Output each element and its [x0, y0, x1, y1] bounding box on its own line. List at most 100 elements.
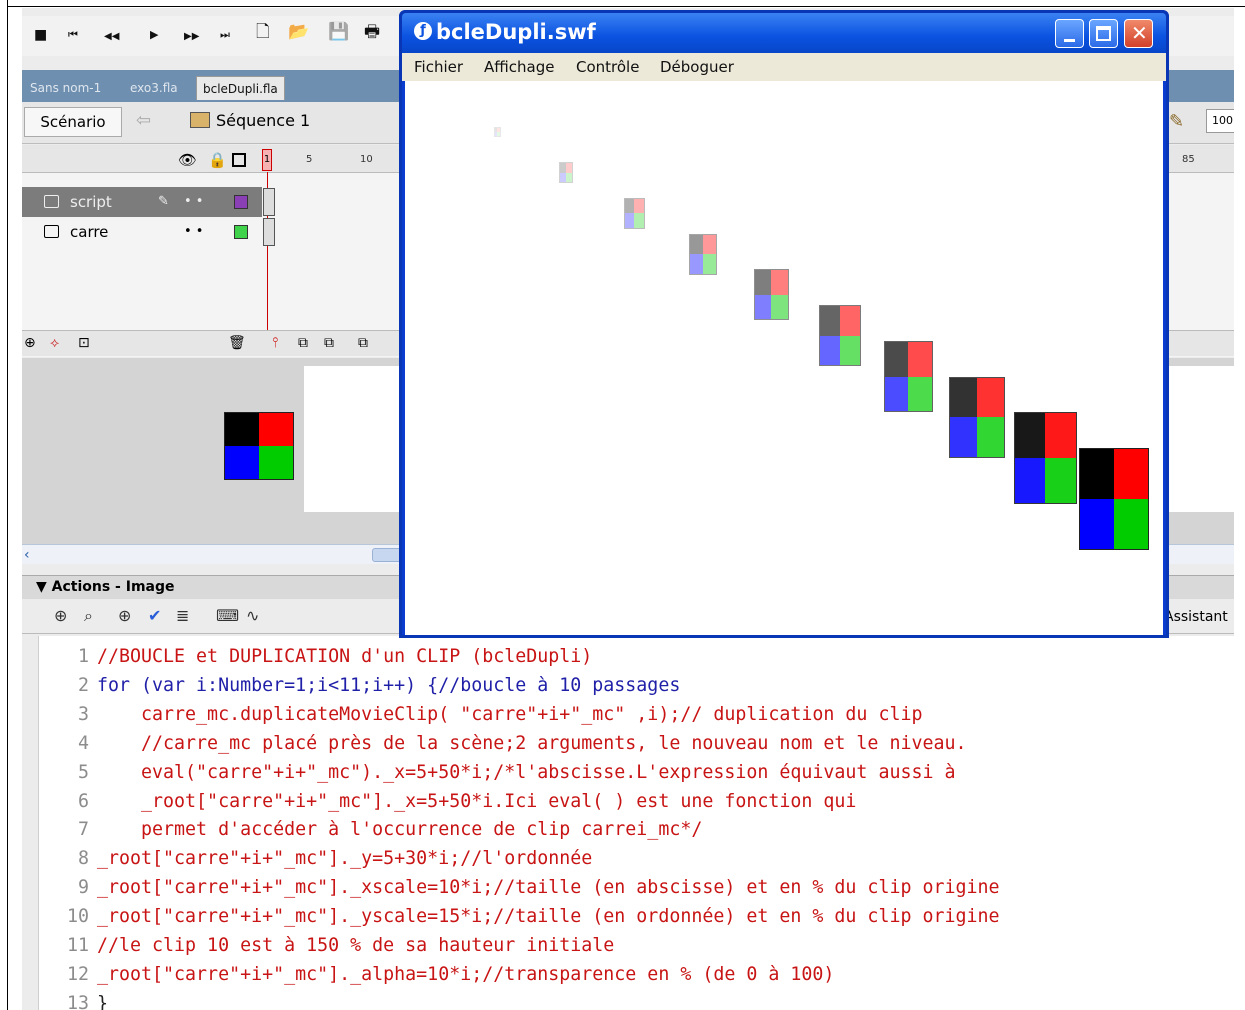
code-line[interactable]: 12 _root["carre"+i+"_mc"]._alpha=10*i;//t…	[39, 960, 1235, 989]
layer-color-swatch[interactable]	[234, 225, 248, 239]
check-syntax-icon[interactable]: ✔	[148, 606, 161, 625]
line-number: 3	[77, 703, 89, 725]
layer-visibility-dots[interactable]: • •	[184, 187, 203, 217]
edit-symbol-icon[interactable]: ✎	[1169, 111, 1184, 132]
clip-quadrant	[565, 172, 572, 182]
clapper-icon	[190, 112, 210, 128]
clip-quadrant	[976, 377, 1004, 418]
trash-icon[interactable]: 🗑	[228, 335, 246, 351]
add-layer-icon[interactable]: ⊕	[24, 335, 36, 351]
duplicated-clip-5	[753, 269, 789, 321]
duplicated-clip-4	[688, 233, 717, 275]
code-text: carre_mc.duplicateMovieClip( "carre"+i+"…	[97, 703, 923, 725]
line-number: 1	[77, 646, 89, 667]
code-text: //le clip 10 est à 150 % de sa hauteur i…	[97, 935, 615, 956]
rewind-icon[interactable]: ◀◀	[104, 28, 119, 46]
code-line[interactable]: 10 _root["carre"+i+"_mc"]._yscale=15*i;//…	[39, 902, 1235, 931]
code-line[interactable]: 8 _root["carre"+i+"_mc"]._y=5+30*i;//l'or…	[39, 844, 1235, 873]
first-frame-icon[interactable]: ⏮	[68, 26, 78, 44]
onion-skin-icon[interactable]: ⧉	[298, 335, 308, 351]
stage-carre-clip[interactable]	[224, 412, 294, 480]
clip-quadrant	[949, 417, 977, 458]
edit-multiple-icon[interactable]: ⧉	[358, 335, 368, 351]
debug-options-icon[interactable]: ∿	[246, 606, 259, 625]
stop-icon[interactable]: ■	[34, 26, 47, 44]
open-file-icon[interactable]: 📂	[288, 23, 309, 41]
last-frame-icon[interactable]: ⏭	[220, 26, 230, 44]
layer-name: carre	[70, 223, 109, 241]
save-icon[interactable]: 💾	[328, 23, 349, 41]
code-line[interactable]: 3 carre_mc.duplicateMovieClip( "carre"+i…	[39, 700, 1235, 729]
menu-affichage[interactable]: Affichage	[484, 58, 554, 76]
find-icon[interactable]: ⌕	[84, 606, 93, 626]
outline-icon[interactable]	[232, 153, 246, 167]
menu-controle[interactable]: Contrôle	[576, 58, 639, 76]
menu-fichier[interactable]: Fichier	[414, 58, 463, 76]
sequence-label[interactable]: Séquence 1	[216, 111, 310, 130]
tab-exo3[interactable]: exo3.fla	[124, 76, 184, 100]
tab-sans-nom-1[interactable]: Sans nom-1	[24, 76, 107, 100]
maximize-icon	[1096, 26, 1111, 41]
print-icon[interactable]: 🖶	[364, 23, 380, 41]
close-button[interactable]: ✕	[1124, 19, 1153, 48]
scenario-button[interactable]: Scénario	[24, 107, 122, 137]
add-folder-icon[interactable]: ⊡	[78, 335, 90, 351]
fast-forward-icon[interactable]: ▶▶	[184, 28, 199, 46]
tab-bcledupli[interactable]: bcleDupli.fla	[196, 76, 285, 100]
back-arrow-icon[interactable]: ⇦	[136, 110, 151, 131]
code-line[interactable]: 6 _root["carre"+i+"_mc"]._x=5+50*i.Ici e…	[39, 787, 1235, 816]
code-line[interactable]: 5 eval("carre"+i+"_mc")._x=5+50*i;/*l'ab…	[39, 758, 1235, 787]
flash-player-icon: ƒ	[414, 22, 432, 40]
swf-player-window: ƒ bcleDupli.swf ✕ Fichier Affichage Cont…	[399, 10, 1169, 638]
scroll-left-icon[interactable]: ‹	[24, 547, 40, 563]
clip-quadrant	[839, 306, 860, 336]
clip-quadrant	[689, 254, 703, 274]
new-file-icon[interactable]: 🗋	[256, 23, 270, 41]
zoom-input[interactable]: 100	[1206, 109, 1234, 133]
keyframe-cell[interactable]	[263, 188, 275, 216]
code-editor[interactable]: 1 //BOUCLE et DUPLICATION d'un CLIP (bcle…	[38, 636, 1234, 1010]
add-guide-icon[interactable]: ⟡	[50, 335, 59, 351]
layer-color-swatch[interactable]	[234, 195, 248, 209]
code-line[interactable]: 9 _root["carre"+i+"_mc"]._xscale=10*i;//t…	[39, 873, 1235, 902]
clip-green-quadrant	[259, 446, 293, 479]
add-statement-icon[interactable]: ⊕	[54, 606, 67, 625]
playhead[interactable]: 1	[262, 149, 272, 171]
code-line[interactable]: 1 //BOUCLE et DUPLICATION d'un CLIP (bcle…	[39, 642, 1235, 671]
assistant-button[interactable]: Assistant	[1164, 609, 1228, 625]
clip-quadrant	[949, 377, 977, 418]
layer-visibility-dots[interactable]: • •	[184, 217, 203, 247]
clip-quadrant	[1113, 448, 1148, 499]
clip-quadrant	[908, 341, 932, 377]
code-text: _root["carre"+i+"_mc"]._x=5+50*i.Ici eva…	[97, 790, 857, 812]
swf-titlebar[interactable]: ƒ bcleDupli.swf ✕	[402, 13, 1166, 53]
lock-icon[interactable]: 🔒	[208, 151, 227, 169]
clip-quadrant	[1014, 413, 1045, 459]
code-line[interactable]: 11 //le clip 10 est à 150 % de sa hauteur…	[39, 931, 1235, 960]
center-frame-icon[interactable]: ⫯	[272, 335, 278, 351]
menu-deboguer[interactable]: Déboguer	[660, 58, 734, 76]
keyframe-cell[interactable]	[263, 218, 275, 246]
code-line[interactable]: 2 for (var i:Number=1;i<11;i++) {//boucle…	[39, 671, 1235, 700]
code-text: _root["carre"+i+"_mc"]._y=5+30*i;//l'ord…	[97, 848, 593, 870]
line-number: 2	[77, 674, 89, 696]
line-number: 13	[66, 992, 89, 1010]
duplicated-clip-10	[1078, 447, 1149, 550]
clip-quadrant	[1045, 458, 1076, 504]
eye-icon[interactable]: 👁	[178, 151, 197, 169]
auto-format-icon[interactable]: ≣	[176, 606, 189, 625]
line-number: 12	[66, 963, 89, 985]
play-icon[interactable]: ▶	[150, 26, 158, 44]
frame-border-left	[7, 0, 8, 1010]
onion-outline-icon[interactable]: ⧉	[324, 335, 334, 351]
code-line[interactable]: 4 //carre_mc placé près de la scène;2 ar…	[39, 729, 1235, 758]
minimize-button[interactable]	[1055, 19, 1084, 48]
code-text: _root["carre"+i+"_mc"]._alpha=10*i;//tra…	[97, 963, 835, 985]
layer-script[interactable]: script ✎ • •	[22, 187, 262, 217]
maximize-button[interactable]	[1089, 19, 1118, 48]
target-icon[interactable]: ⊕	[118, 606, 131, 625]
code-hint-icon[interactable]: ⌨	[216, 606, 239, 625]
code-line[interactable]: 13}	[39, 989, 1235, 1010]
layer-carre[interactable]: carre • •	[22, 217, 262, 247]
code-line[interactable]: 7 permet d'accéder à l'occurrence de cli…	[39, 815, 1235, 844]
